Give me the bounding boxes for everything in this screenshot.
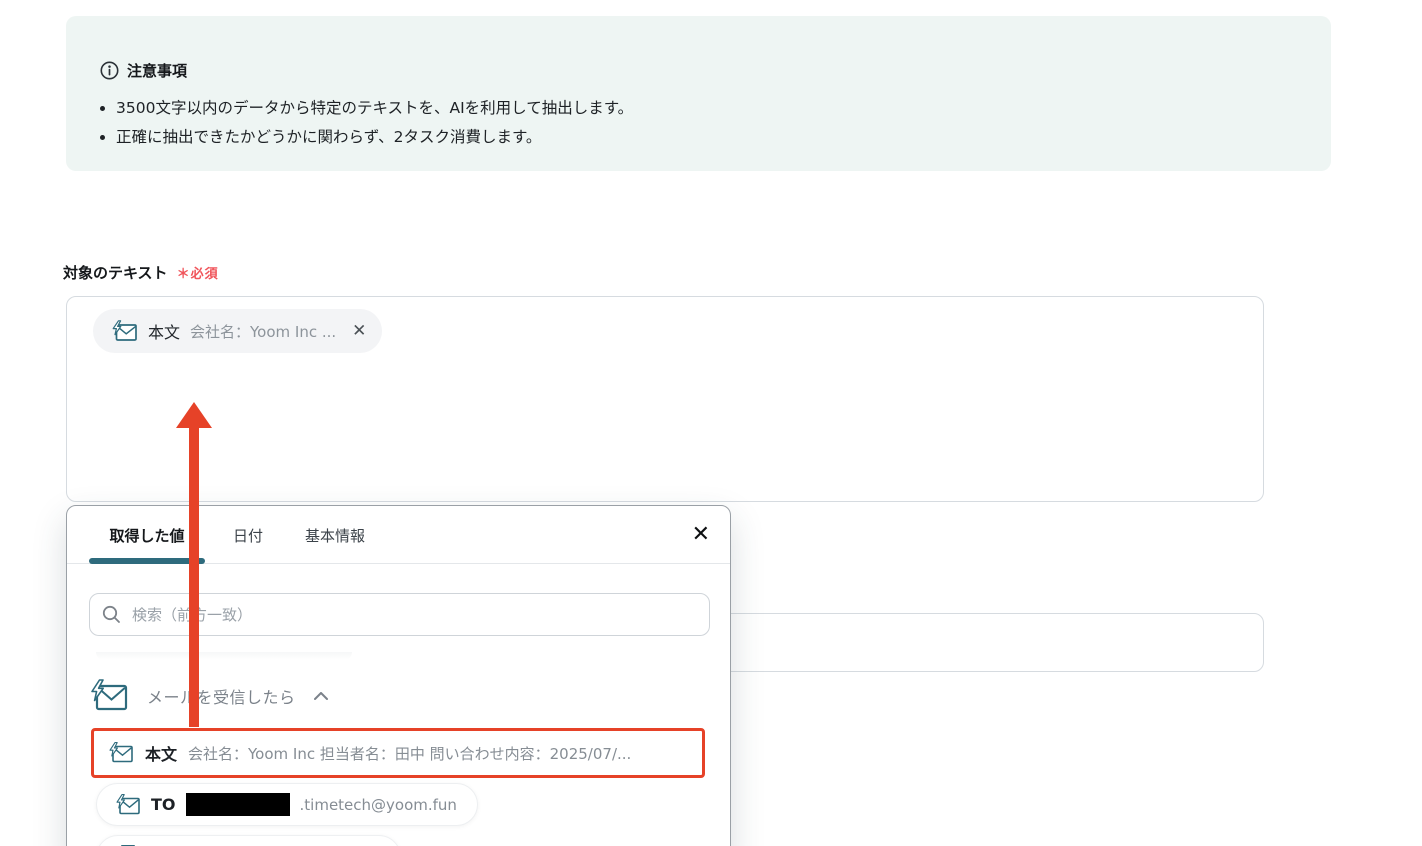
active-tab-underline bbox=[89, 558, 205, 564]
field-label-row: 対象のテキスト ＊必須 bbox=[63, 262, 219, 283]
list-item-preview: .timetech@yoom.fun bbox=[299, 795, 457, 814]
tab-basic-info[interactable]: 基本情報 bbox=[291, 506, 379, 564]
list-item-title: 本文 bbox=[145, 745, 178, 764]
list-item-partial[interactable] bbox=[96, 835, 401, 846]
mail-trigger-icon bbox=[109, 742, 133, 763]
scrolled-item-remnant bbox=[96, 652, 352, 660]
notice-item: 3500文字以内のデータから特定のテキストを、AIを利用して抽出します。 bbox=[116, 98, 633, 119]
annotation-arrow-head bbox=[176, 402, 212, 428]
trigger-group-label: メールを受信したら bbox=[147, 688, 296, 707]
tab-date[interactable]: 日付 bbox=[217, 506, 279, 564]
close-icon[interactable]: ✕ bbox=[692, 521, 710, 549]
annotation-arrow-shaft bbox=[189, 426, 199, 727]
list-item-to[interactable]: TO .timetech@yoom.fun bbox=[96, 783, 478, 826]
mail-trigger-icon bbox=[112, 319, 137, 341]
notice-box: 注意事項 3500文字以内のデータから特定のテキストを、AIを利用して抽出します… bbox=[66, 16, 1331, 171]
search-input[interactable] bbox=[130, 604, 697, 625]
target-text-field[interactable]: 本文 会社名：Yoom Inc ... ✕ bbox=[66, 296, 1264, 502]
variable-picker-popup: 取得した値 日付 基本情報 ✕ メールを受信したら bbox=[66, 505, 731, 846]
search-icon bbox=[102, 605, 120, 623]
chip-preview: 会社名：Yoom Inc ... bbox=[190, 322, 337, 341]
trigger-group-row[interactable]: メールを受信したら bbox=[89, 676, 328, 716]
field-label: 対象のテキスト bbox=[63, 264, 168, 282]
notice-title: 注意事項 bbox=[127, 62, 188, 80]
inserted-variable-chip[interactable]: 本文 会社名：Yoom Inc ... ✕ bbox=[93, 309, 383, 353]
chevron-up-icon bbox=[313, 692, 328, 700]
tab-obtained-values[interactable]: 取得した値 bbox=[89, 506, 205, 564]
popup-tabs: 取得した値 日付 基本情報 ✕ bbox=[67, 506, 730, 564]
mail-trigger-icon bbox=[116, 793, 140, 814]
chip-close-icon[interactable]: ✕ bbox=[352, 321, 366, 341]
info-icon bbox=[100, 61, 119, 80]
list-item-body-highlighted[interactable]: 本文 会社名：Yoom Inc 担当者名：田中 問い合わせ内容：2025/07/… bbox=[91, 728, 705, 778]
required-badge: ＊必須 bbox=[176, 267, 219, 282]
notice-list: 3500文字以内のデータから特定のテキストを、AIを利用して抽出します。 正確に… bbox=[88, 98, 633, 156]
notice-item: 正確に抽出できたかどうかに関わらず、2タスク消費します。 bbox=[116, 127, 633, 148]
mail-trigger-icon bbox=[91, 679, 128, 711]
chip-title: 本文 bbox=[148, 323, 181, 342]
page: 注意事項 3500文字以内のデータから特定のテキストを、AIを利用して抽出します… bbox=[0, 0, 1422, 846]
search-box[interactable] bbox=[89, 593, 710, 636]
list-item-preview: 会社名：Yoom Inc 担当者名：田中 問い合わせ内容：2025/07/... bbox=[188, 744, 632, 763]
notice-header: 注意事項 bbox=[100, 60, 187, 81]
list-item-title: TO bbox=[151, 795, 176, 814]
redacted-text bbox=[185, 793, 290, 816]
